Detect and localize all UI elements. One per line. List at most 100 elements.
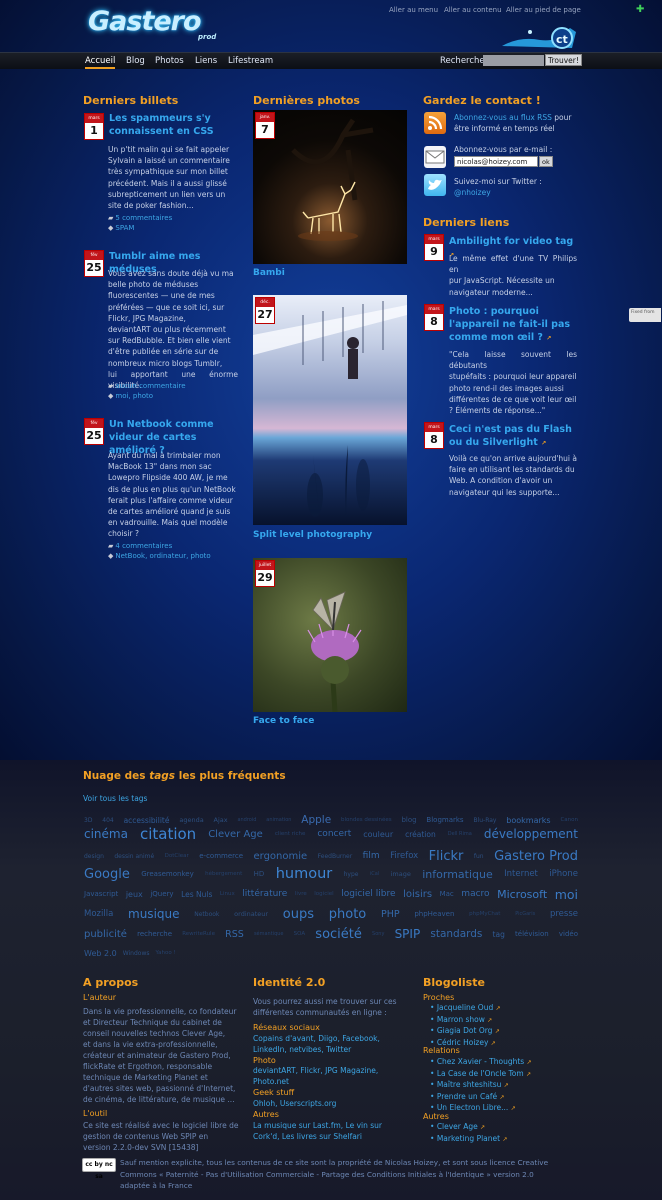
tag-link[interactable]: Gastero Prod (494, 849, 578, 864)
tag-link[interactable]: cinéma (84, 827, 128, 841)
tag-link[interactable]: SPIP (395, 927, 421, 941)
tag-link[interactable]: vidéo (559, 930, 578, 938)
blog-list-item[interactable]: • Chez Xavier - Thoughts ↗ (430, 1057, 532, 1069)
skip-to-footer-link[interactable]: Aller au pied de page (506, 6, 581, 14)
tag-link[interactable]: Greasemonkey (141, 870, 194, 878)
tag-link[interactable]: livre (295, 891, 307, 897)
comments-link[interactable]: 5 commentaires (115, 214, 172, 222)
tag-link[interactable]: publicité (84, 929, 127, 940)
photo-bambi[interactable] (253, 110, 407, 264)
tag-link[interactable]: loisirs (403, 889, 432, 900)
tag-link[interactable]: logiciel libre (341, 889, 395, 899)
tag-link[interactable]: accessibilité (124, 816, 170, 825)
tag-link[interactable]: macro (461, 889, 489, 899)
tag-link[interactable]: jeux (126, 890, 143, 899)
photo-caption[interactable]: Face to face (253, 716, 314, 726)
blog-list-item[interactable]: • Jacqueline Oud ↗ (430, 1003, 501, 1015)
tag-link[interactable]: RSS (225, 929, 244, 940)
tag-link[interactable]: image (391, 870, 411, 878)
comments-link[interactable]: 4 commentaires (115, 542, 172, 550)
tag-link[interactable]: ordinateur (234, 910, 268, 918)
tag-link[interactable]: Internet (504, 869, 538, 879)
tag-link[interactable]: bookmarks (506, 816, 550, 825)
tag-link[interactable]: Google (84, 867, 130, 882)
tag-link[interactable]: film (363, 851, 380, 861)
tag-link[interactable]: dessin animé (114, 853, 154, 860)
tag-link[interactable]: Flickr (429, 849, 464, 864)
tag-link[interactable]: sémantique (254, 931, 284, 937)
blog-list-item[interactable]: • Giagia Dot Org ↗ (430, 1026, 501, 1038)
tag-link[interactable]: Les Nuls (181, 890, 212, 899)
nav-blog[interactable]: Blog (126, 56, 145, 66)
tags-link[interactable]: SPAM (115, 224, 134, 232)
photo-face-to-face[interactable] (253, 558, 407, 712)
nav-accueil[interactable]: Accueil (85, 56, 116, 69)
tag-link[interactable]: PHP (381, 909, 400, 920)
blog-list-item[interactable]: • Marron show ↗ (430, 1015, 501, 1027)
tag-link[interactable]: Ajax (214, 816, 228, 824)
search-input[interactable] (483, 55, 544, 66)
tag-link[interactable]: agenda (179, 816, 203, 824)
tag-link[interactable]: iPhone (549, 869, 578, 879)
tag-link[interactable]: ergonomie (254, 851, 308, 862)
tag-link[interactable]: HD (254, 870, 265, 878)
tag-link[interactable]: informatique (422, 868, 493, 881)
tag-link[interactable]: iCal (370, 871, 379, 877)
tag-link[interactable]: photo (329, 907, 367, 922)
photo-caption[interactable]: Split level photography (253, 530, 372, 540)
tag-link[interactable]: DotClear (165, 853, 189, 859)
tag-link[interactable]: télévision (515, 930, 549, 938)
blog-list-item[interactable]: • Prendre un Café ↗ (430, 1092, 532, 1104)
link-title[interactable]: Ceci n'est pas du Flash ou du Silverligh… (449, 423, 579, 450)
search-button[interactable]: Trouver! (545, 54, 582, 66)
tag-link[interactable]: Apple (301, 814, 331, 826)
tag-link[interactable]: Sony (372, 931, 384, 937)
creative-commons-badge[interactable]: cc by nc sa (82, 1158, 116, 1180)
tag-link[interactable]: humour (276, 866, 333, 882)
post-title-link[interactable]: Les spammeurs s'y connaissent en CSS (109, 112, 239, 138)
blog-list-item[interactable]: • Marketing Planet ↗ (430, 1134, 508, 1146)
plus-icon[interactable]: ✚ (636, 4, 644, 15)
tag-link[interactable]: animation (266, 817, 291, 823)
tag-link[interactable]: Yahoo ! (156, 950, 176, 956)
tag-link[interactable]: FeedBurner (318, 853, 353, 860)
tag-link[interactable]: Mozilla (84, 909, 113, 919)
tag-link[interactable]: jQuery (150, 890, 173, 898)
all-tags-link[interactable]: Voir tous les tags (83, 794, 147, 804)
tag-link[interactable]: recherche (137, 930, 172, 938)
site-logo[interactable]: Gastero (88, 6, 202, 37)
tag-link[interactable]: client riche (275, 831, 306, 837)
twitter-icon[interactable] (424, 174, 446, 196)
tag-link[interactable]: société (315, 927, 362, 942)
tag-link[interactable]: RewriteRule (182, 931, 215, 937)
comments-link[interactable]: aucun commentaire (115, 382, 185, 390)
tag-link[interactable]: fun (474, 853, 484, 860)
rss-icon[interactable] (424, 112, 446, 134)
tag-link[interactable]: SOA (294, 931, 306, 937)
tag-link[interactable]: presse (550, 909, 578, 919)
tag-link[interactable]: tag (493, 930, 505, 939)
tag-link[interactable]: standards (430, 928, 482, 940)
rss-link[interactable]: Abonnez-vous au flux RSS (454, 113, 552, 122)
tag-link[interactable]: blog (401, 816, 416, 824)
blog-list-item[interactable]: • La Case de l'Oncle Tom ↗ (430, 1069, 532, 1081)
tag-link[interactable]: concert (317, 829, 351, 839)
tag-link[interactable]: moi (555, 887, 578, 902)
photo-caption[interactable]: Bambi (253, 268, 285, 278)
tag-link[interactable]: PicGaris (515, 911, 535, 917)
tag-link[interactable]: développement (484, 827, 578, 841)
identite-links[interactable]: Copains d'avant, Diigo, Facebook, LinkedI… (253, 1034, 413, 1055)
photo-split-level[interactable] (253, 295, 407, 525)
tag-link[interactable]: Javascript (84, 890, 118, 898)
email-ok-button[interactable]: ok (539, 156, 553, 167)
tags-link[interactable]: moi, photo (115, 392, 153, 400)
tag-link[interactable]: Linux (220, 891, 235, 897)
tag-link[interactable]: création (405, 830, 436, 839)
tag-link[interactable]: Mac (440, 890, 454, 898)
tag-link[interactable]: design (84, 853, 104, 860)
skip-to-menu-link[interactable]: Aller au menu (389, 6, 438, 14)
side-tab[interactable]: Fixed from (629, 308, 661, 322)
tag-link[interactable]: oups (283, 907, 314, 922)
blog-list-item[interactable]: • Maître shteshitsu ↗ (430, 1080, 532, 1092)
nav-photos[interactable]: Photos (155, 56, 184, 66)
